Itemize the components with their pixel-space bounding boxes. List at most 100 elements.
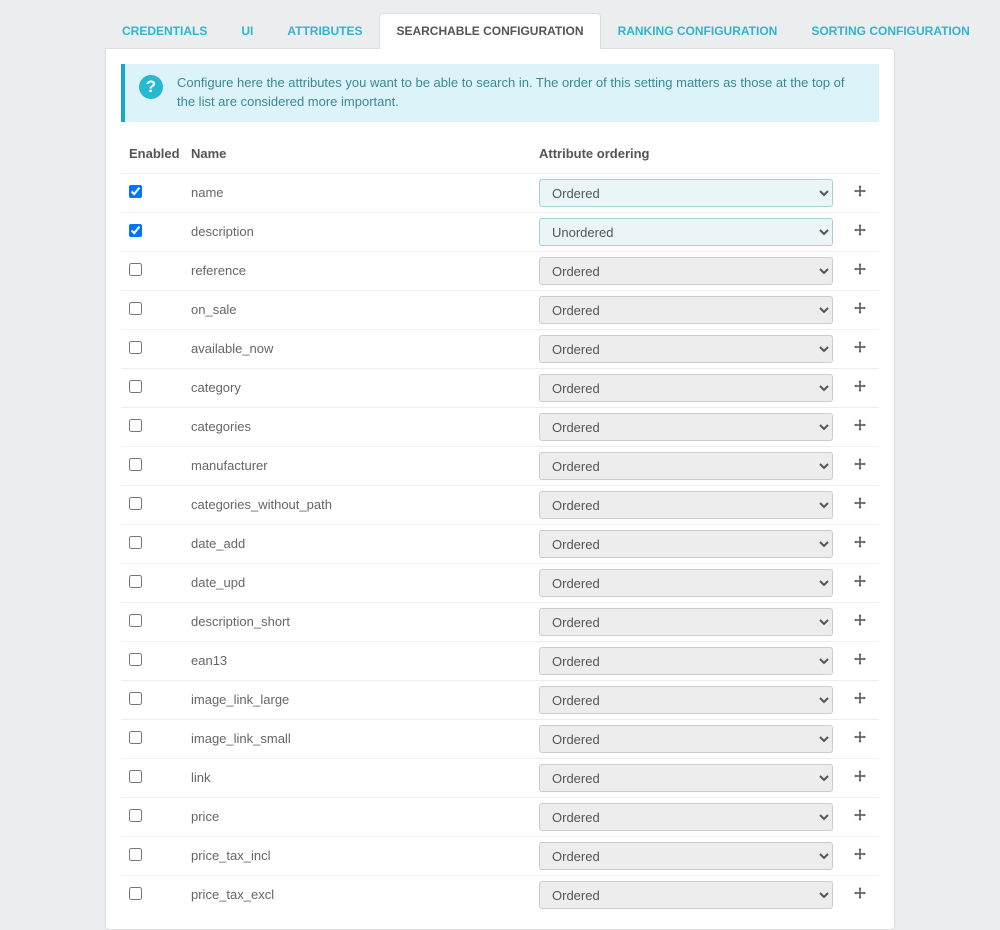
move-icon[interactable] — [854, 224, 866, 239]
move-icon[interactable] — [854, 848, 866, 863]
table-row: price_tax_incl OrderedUnordered — [121, 836, 879, 875]
attribute-name: name — [183, 173, 531, 212]
tab-ui[interactable]: UI — [224, 13, 270, 48]
header-enabled: Enabled — [121, 140, 183, 174]
ordering-select[interactable]: OrderedUnordered — [539, 335, 833, 363]
enabled-checkbox[interactable] — [129, 224, 142, 237]
move-icon[interactable] — [854, 458, 866, 473]
attribute-name: category — [183, 368, 531, 407]
enabled-checkbox[interactable] — [129, 731, 142, 744]
move-icon[interactable] — [854, 419, 866, 434]
enabled-checkbox[interactable] — [129, 497, 142, 510]
table-row: price OrderedUnordered — [121, 797, 879, 836]
attributes-table: Enabled Name Attribute ordering nameOrde… — [121, 140, 879, 914]
ordering-select[interactable]: OrderedUnordered — [539, 725, 833, 753]
ordering-select[interactable]: OrderedUnordered — [539, 257, 833, 285]
ordering-select[interactable]: OrderedUnordered — [539, 764, 833, 792]
ordering-select[interactable]: OrderedUnordered — [539, 686, 833, 714]
tab-search-term[interactable]: Search Term — [987, 13, 1000, 48]
ordering-select[interactable]: OrderedUnordered — [539, 218, 833, 246]
table-row: linkOrderedUnordered — [121, 758, 879, 797]
ordering-select[interactable]: OrderedUnordered — [539, 491, 833, 519]
ordering-select[interactable]: OrderedUnordered — [539, 881, 833, 909]
info-alert: ? Configure here the attributes you want… — [121, 64, 879, 122]
tab-credentials[interactable]: Credentials — [105, 13, 224, 48]
ordering-select[interactable]: OrderedUnordered — [539, 608, 833, 636]
ordering-select[interactable]: OrderedUnordered — [539, 530, 833, 558]
move-icon[interactable] — [854, 731, 866, 746]
move-icon[interactable] — [854, 497, 866, 512]
ordering-select[interactable]: OrderedUnordered — [539, 179, 833, 207]
attribute-name: reference — [183, 251, 531, 290]
move-icon[interactable] — [854, 770, 866, 785]
ordering-select[interactable]: OrderedUnordered — [539, 803, 833, 831]
enabled-checkbox[interactable] — [129, 302, 142, 315]
attribute-name: image_link_large — [183, 680, 531, 719]
ordering-select[interactable]: OrderedUnordered — [539, 842, 833, 870]
ordering-select[interactable]: OrderedUnordered — [539, 647, 833, 675]
enabled-checkbox[interactable] — [129, 653, 142, 666]
ordering-select[interactable]: OrderedUnordered — [539, 374, 833, 402]
enabled-checkbox[interactable] — [129, 887, 142, 900]
attribute-name: price_tax_incl — [183, 836, 531, 875]
move-icon[interactable] — [854, 692, 866, 707]
attribute-name: price — [183, 797, 531, 836]
move-icon[interactable] — [854, 380, 866, 395]
enabled-checkbox[interactable] — [129, 692, 142, 705]
tab-ranking-configuration[interactable]: Ranking Configuration — [601, 13, 795, 48]
enabled-checkbox[interactable] — [129, 185, 142, 198]
config-panel: ? Configure here the attributes you want… — [105, 48, 895, 930]
table-row: image_link_large OrderedUnordered — [121, 680, 879, 719]
attribute-name: date_upd — [183, 563, 531, 602]
ordering-select[interactable]: OrderedUnordered — [539, 452, 833, 480]
attribute-name: available_now — [183, 329, 531, 368]
move-icon[interactable] — [854, 263, 866, 278]
enabled-checkbox[interactable] — [129, 614, 142, 627]
attribute-name: price_tax_excl — [183, 875, 531, 914]
move-icon[interactable] — [854, 185, 866, 200]
table-row: categories OrderedUnordered — [121, 407, 879, 446]
enabled-checkbox[interactable] — [129, 536, 142, 549]
table-row: date_add OrderedUnordered — [121, 524, 879, 563]
attribute-name: categories_without_path — [183, 485, 531, 524]
enabled-checkbox[interactable] — [129, 263, 142, 276]
move-icon[interactable] — [854, 653, 866, 668]
enabled-checkbox[interactable] — [129, 575, 142, 588]
enabled-checkbox[interactable] — [129, 419, 142, 432]
move-icon[interactable] — [854, 341, 866, 356]
tab-searchable-configuration[interactable]: Searchable Configuration — [379, 13, 600, 49]
table-row: image_link_small OrderedUnordered — [121, 719, 879, 758]
table-row: categories_without_path OrderedUnordered — [121, 485, 879, 524]
enabled-checkbox[interactable] — [129, 848, 142, 861]
table-row: price_tax_excl OrderedUnordered — [121, 875, 879, 914]
tab-sorting-configuration[interactable]: Sorting Configuration — [794, 13, 986, 48]
table-row: reference OrderedUnordered — [121, 251, 879, 290]
header-name: Name — [183, 140, 531, 174]
enabled-checkbox[interactable] — [129, 770, 142, 783]
ordering-select[interactable]: OrderedUnordered — [539, 296, 833, 324]
table-row: name OrderedUnordered — [121, 173, 879, 212]
tabs: CredentialsUIAttributesSearchable Config… — [10, 0, 990, 48]
ordering-select[interactable]: OrderedUnordered — [539, 569, 833, 597]
enabled-checkbox[interactable] — [129, 341, 142, 354]
question-icon: ? — [139, 75, 163, 99]
ordering-select[interactable]: OrderedUnordered — [539, 413, 833, 441]
move-icon[interactable] — [854, 809, 866, 824]
enabled-checkbox[interactable] — [129, 809, 142, 822]
enabled-checkbox[interactable] — [129, 380, 142, 393]
attribute-name: categories — [183, 407, 531, 446]
move-icon[interactable] — [854, 302, 866, 317]
attribute-name: ean13 — [183, 641, 531, 680]
move-icon[interactable] — [854, 575, 866, 590]
move-icon[interactable] — [854, 887, 866, 902]
tab-attributes[interactable]: Attributes — [270, 13, 379, 48]
table-row: category OrderedUnordered — [121, 368, 879, 407]
move-icon[interactable] — [854, 614, 866, 629]
table-row: on_saleOrderedUnordered — [121, 290, 879, 329]
attribute-name: date_add — [183, 524, 531, 563]
table-row: ean13 OrderedUnordered — [121, 641, 879, 680]
move-icon[interactable] — [854, 536, 866, 551]
enabled-checkbox[interactable] — [129, 458, 142, 471]
table-row: description_shortOrderedUnordered — [121, 602, 879, 641]
attribute-name: image_link_small — [183, 719, 531, 758]
